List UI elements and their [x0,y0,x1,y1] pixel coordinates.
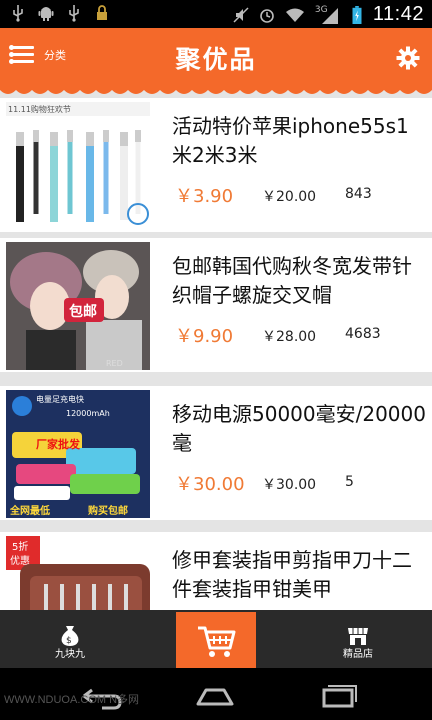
tab-label: 九块九 [55,649,85,660]
home-icon[interactable] [190,682,240,712]
status-left-icons [10,4,110,22]
status-right-icons: 3G 11:42 [233,3,424,26]
header-scallop [0,88,432,94]
product-price: ￥9.90 [175,326,234,347]
product-original-price: ￥20.00 [262,189,317,205]
money-bag-icon: $ [61,626,79,646]
product-list[interactable]: 11.11购物狂欢节 活动特价苹果iphone55s1米2米3米 ￥3.90 ￥… [0,98,432,610]
product-sold-count: 843 [345,186,372,202]
store-icon [348,628,368,645]
product-title: 活动特价苹果iphone55s1米2米3米 [172,114,409,167]
app-title: 聚优品 [175,45,257,74]
image-lowest-text: 全网最低 [9,504,50,517]
image-freeship-text: 购买包邮 [88,504,128,517]
image-wholesale-text: 厂家批发 [36,437,81,451]
tab-nine-nine[interactable]: $ 九块九 [30,610,110,668]
product-title: 修甲套装指甲剪指甲刀十二件套装指甲钳美甲 [172,548,412,601]
image-tagline-text: 电量足充电快 [36,394,84,404]
product-original-price: ￥28.00 [262,329,317,345]
product-sold-count: 4683 [345,326,381,342]
image-capacity-text: 12000mAh [66,409,110,418]
android-icon [38,7,54,21]
status-bar: 3G 11:42 [0,0,432,28]
recent-apps-icon[interactable] [312,682,362,712]
product-title: 包邮韩国代购秋冬宽发带针织帽子螺旋交叉帽 [172,254,412,307]
image-caption-text: RED [106,359,123,368]
gear-icon[interactable] [396,46,420,70]
alarm-icon [260,8,274,23]
shopping-cart-icon [198,626,236,657]
image-banner-text: 11.11购物狂欢节 [8,104,71,114]
product-card[interactable]: 11.11购物狂欢节 活动特价苹果iphone55s1米2米3米 ￥3.90 ￥… [0,98,432,232]
mute-icon [233,6,249,23]
product-card[interactable]: 电量足充电快 12000mAh 厂家批发 全网最低 购买包邮 移动电源50000… [0,386,432,520]
signal-icon: 3G [315,5,341,25]
product-card[interactable]: 包邮 RED 包邮韩国代购秋冬宽发带针织帽子螺旋交叉帽 ￥9.90 ￥28.00… [0,238,432,372]
tab-boutique[interactable]: 精品店 [318,610,398,668]
tab-label: 精品店 [343,649,373,660]
tab-cart[interactable] [176,612,256,668]
battery-icon [352,5,362,24]
clock: 11:42 [372,3,424,25]
usb-icon [69,5,79,22]
product-image: 11.11购物狂欢节 [6,102,150,230]
image-discount-text: 5折 [12,540,28,553]
product-original-price: ￥30.00 [262,477,317,493]
product-card[interactable]: 5折 优惠 修甲套装指甲剪指甲刀十二件套装指甲钳美甲 [0,532,432,610]
lock-icon [97,5,107,20]
wifi-icon [285,8,304,22]
image-badge-text: 包邮 [69,303,97,320]
usb-icon [13,5,23,22]
product-image: 5折 优惠 [6,536,150,610]
product-price: ￥30.00 [175,474,245,495]
product-title: 移动电源50000毫安/20000毫 [172,402,426,455]
product-image: 包邮 RED [6,242,150,370]
product-price: ￥3.90 [175,186,234,207]
product-image: 电量足充电快 12000mAh 厂家批发 全网最低 购买包邮 [6,390,150,518]
watermark-text: WWW.NDUOA.COM N多网 [4,694,140,706]
product-sold-count: 5 [345,474,354,490]
